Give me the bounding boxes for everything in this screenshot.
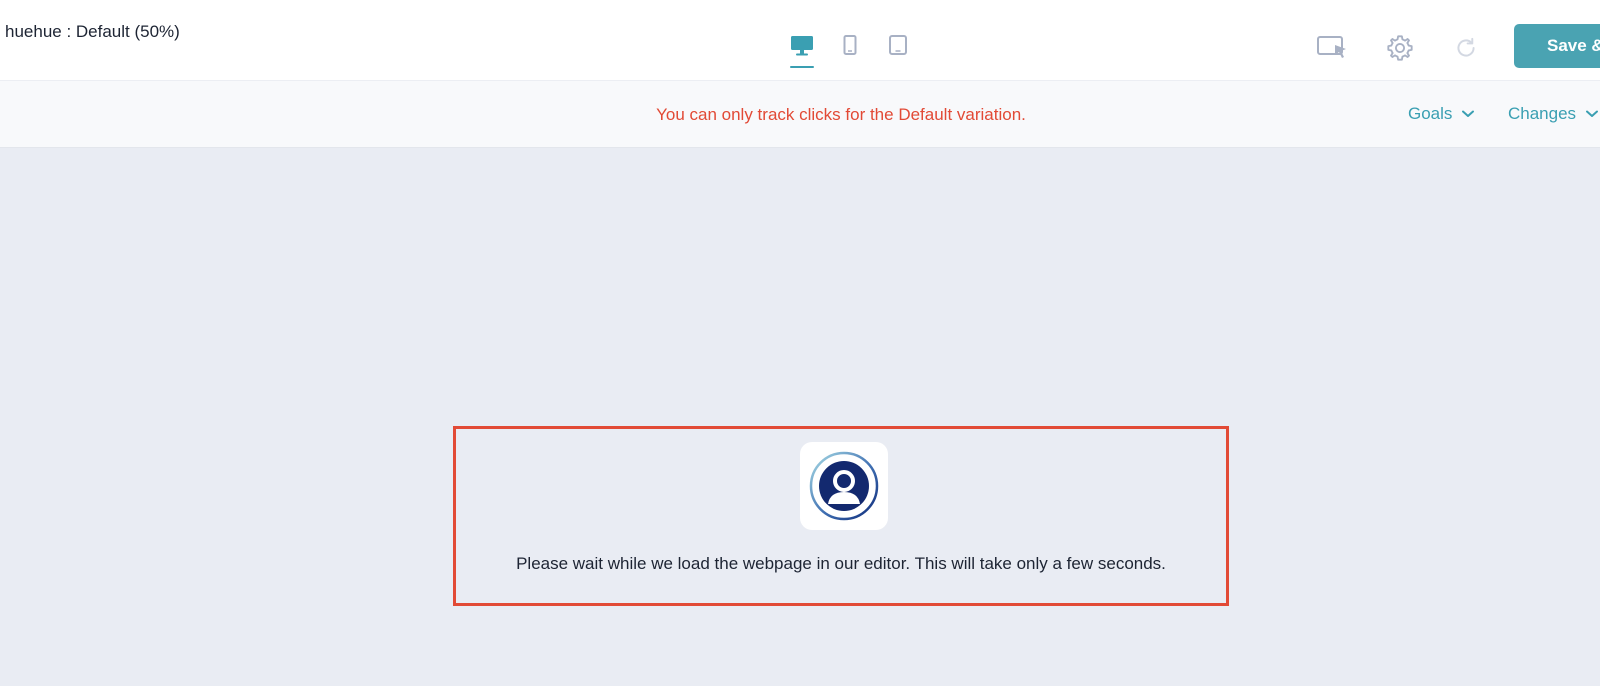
save-button[interactable]: Save & xyxy=(1514,24,1600,68)
user-avatar-icon xyxy=(809,451,879,521)
desktop-icon xyxy=(791,36,813,56)
top-toolbar: huehue : Default (50%) Save & xyxy=(0,0,1600,81)
changes-label: Changes xyxy=(1508,104,1577,123)
goals-label: Goals xyxy=(1408,104,1453,123)
notice-bar: You can only track clicks for the Defaul… xyxy=(0,81,1600,148)
variation-title: huehue : Default (50%) xyxy=(5,22,180,41)
changes-dropdown[interactable]: Changes xyxy=(1508,104,1599,124)
element-select-icon xyxy=(1317,36,1346,58)
settings-button[interactable] xyxy=(1382,30,1418,66)
goals-dropdown[interactable]: Goals xyxy=(1408,104,1475,124)
device-desktop-button[interactable] xyxy=(778,30,826,70)
element-select-button[interactable] xyxy=(1314,30,1350,66)
refresh-icon xyxy=(1457,37,1475,57)
tablet-icon xyxy=(889,35,907,55)
device-mobile-button[interactable] xyxy=(874,30,922,70)
tracking-notice: You can only track clicks for the Defaul… xyxy=(656,105,1026,124)
page-loading-panel: Please wait while we load the webpage in… xyxy=(453,426,1229,606)
loading-message: Please wait while we load the webpage in… xyxy=(516,554,1166,573)
chevron-down-icon xyxy=(1462,110,1475,117)
tablet-portrait-icon xyxy=(843,35,857,55)
chevron-down-icon xyxy=(1586,110,1599,117)
loading-logo xyxy=(800,442,888,530)
editor-window: huehue : Default (50%) Save & You can on… xyxy=(0,0,1600,686)
device-tablet-button[interactable] xyxy=(826,30,874,70)
refresh-button[interactable] xyxy=(1448,30,1484,66)
gear-icon xyxy=(1387,35,1413,61)
device-switcher xyxy=(778,30,922,70)
